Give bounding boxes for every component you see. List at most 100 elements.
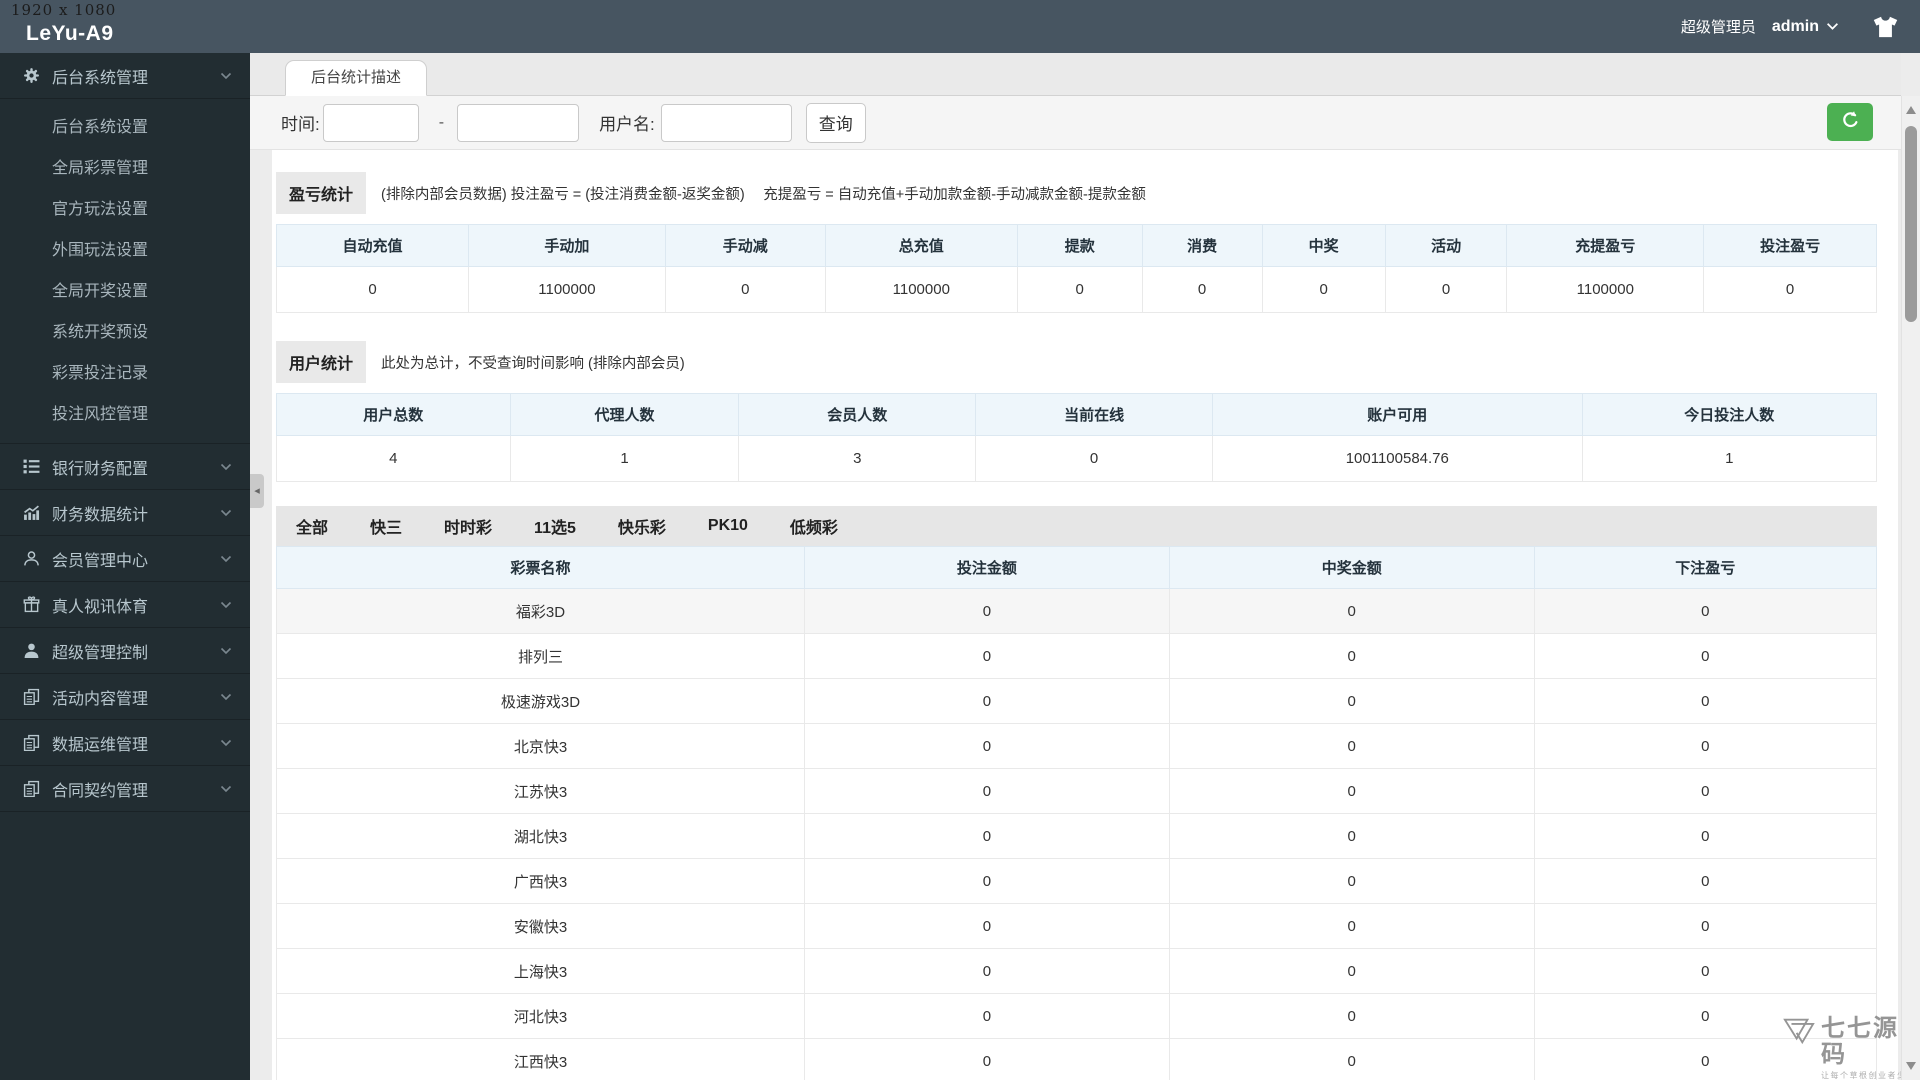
column-header: 账户可用 bbox=[1211, 393, 1583, 436]
table-cell: 1100000 bbox=[468, 266, 666, 313]
table-cell: 4 bbox=[276, 435, 511, 482]
lottery-table: 彩票名称 投注金额 中奖金额 下注盈亏 福彩3D 0 0 0 排列三 0 0 0 bbox=[276, 546, 1878, 1080]
table-row: 江苏快3 0 0 0 bbox=[276, 768, 1878, 814]
table-cell: 0 bbox=[1533, 633, 1878, 679]
table-cell: 0 bbox=[1533, 588, 1878, 634]
chevron-down-icon bbox=[1826, 18, 1839, 36]
column-header: 中奖 bbox=[1261, 224, 1386, 267]
docs-icon bbox=[19, 688, 43, 705]
time-to-input[interactable] bbox=[457, 103, 580, 142]
sidebar-subitem-risk-mgmt[interactable]: 投注风控管理 bbox=[0, 394, 250, 435]
gift-icon bbox=[19, 596, 43, 613]
table-cell: 0 bbox=[1168, 678, 1535, 724]
table-cell: 0 bbox=[1533, 948, 1878, 994]
table-row: 上海快3 0 0 0 bbox=[276, 948, 1878, 994]
sidebar-subitem-system-settings[interactable]: 后台系统设置 bbox=[0, 107, 250, 148]
top-bar: 1920 x 1080 LeYu-A9 超级管理员 admin bbox=[0, 0, 1920, 53]
chevron-down-icon bbox=[220, 458, 232, 476]
sidebar-collapse-handle[interactable]: ◂ bbox=[250, 474, 264, 508]
scrollbar-down-arrow[interactable] bbox=[1906, 1062, 1916, 1070]
table-cell: 0 bbox=[804, 588, 1170, 634]
column-header: 手动减 bbox=[664, 224, 826, 267]
watermark-logo-icon bbox=[1783, 1016, 1815, 1051]
sidebar-item-super-admin[interactable]: 超级管理控制 bbox=[0, 628, 250, 674]
column-header: 自动充值 bbox=[276, 224, 469, 267]
chevron-down-icon bbox=[220, 504, 232, 522]
table-cell: 0 bbox=[804, 813, 1170, 859]
sidebar-subitem-draw-preset[interactable]: 系统开奖预设 bbox=[0, 312, 250, 353]
lottery-tab-pk10[interactable]: PK10 bbox=[708, 517, 748, 535]
sidebar-item-label: 数据运维管理 bbox=[52, 736, 149, 754]
table-cell: 1100000 bbox=[824, 266, 1018, 313]
lottery-name-cell: 广西快3 bbox=[276, 858, 805, 904]
lottery-name-cell: 北京快3 bbox=[276, 723, 805, 769]
column-header: 下注盈亏 bbox=[1533, 546, 1878, 589]
column-header: 代理人数 bbox=[509, 393, 740, 436]
lottery-tab-shishicai[interactable]: 时时彩 bbox=[444, 514, 492, 538]
table-row: 极速游戏3D 0 0 0 bbox=[276, 678, 1878, 724]
lottery-tab-11x5[interactable]: 11选5 bbox=[534, 514, 576, 538]
lottery-tab-kuailecai[interactable]: 快乐彩 bbox=[618, 514, 666, 538]
profit-desc: (排除内部会员数据) 投注盈亏 = (投注消费金额-返奖金额) 充提盈亏 = 自… bbox=[381, 186, 1146, 203]
sidebar-subitem-bet-records[interactable]: 彩票投注记录 bbox=[0, 353, 250, 394]
sidebar-item-live-sports[interactable]: 真人视讯体育 bbox=[0, 582, 250, 628]
shirt-icon[interactable] bbox=[1873, 16, 1898, 38]
topbar-right: 超级管理员 admin bbox=[1681, 0, 1898, 53]
table-row: 北京快3 0 0 0 bbox=[276, 723, 1878, 769]
table-cell: 0 bbox=[1168, 903, 1535, 949]
lottery-name-cell: 江苏快3 bbox=[276, 768, 805, 814]
sidebar-item-bank-finance[interactable]: 银行财务配置 bbox=[0, 444, 250, 490]
refresh-icon bbox=[1840, 110, 1861, 134]
watermark: 七七源码 让每个草根创业者少走弯路 bbox=[1783, 1016, 1920, 1080]
lottery-name-cell: 极速游戏3D bbox=[276, 678, 805, 724]
sidebar-item-activity-content[interactable]: 活动内容管理 bbox=[0, 674, 250, 720]
lottery-tab-kuaisan[interactable]: 快三 bbox=[370, 514, 402, 538]
column-header: 总充值 bbox=[824, 224, 1018, 267]
sidebar-item-backend-system[interactable]: 后台系统管理 bbox=[0, 53, 250, 99]
table-cell: 0 bbox=[804, 993, 1170, 1039]
sidebar-subitem-official-play[interactable]: 官方玩法设置 bbox=[0, 189, 250, 230]
table-cell: 0 bbox=[1168, 858, 1535, 904]
screen: 1920 x 1080 LeYu-A9 超级管理员 admin 后台系统管理 后… bbox=[0, 0, 1920, 1080]
sidebar-subitem-draw-settings[interactable]: 全局开奖设置 bbox=[0, 271, 250, 312]
lottery-tab-all[interactable]: 全部 bbox=[296, 514, 328, 538]
table-cell: 0 bbox=[804, 768, 1170, 814]
scrollbar-up-arrow[interactable] bbox=[1906, 106, 1916, 114]
scrollbar-thumb[interactable] bbox=[1905, 126, 1917, 322]
table-cell: 0 bbox=[1168, 768, 1535, 814]
table-row: 0 1100000 0 1100000 0 0 0 0 1100000 0 bbox=[276, 266, 1877, 313]
docs-icon bbox=[19, 734, 43, 751]
sidebar-item-label: 后台系统管理 bbox=[52, 69, 149, 87]
table-cell: 0 bbox=[1168, 633, 1535, 679]
sidebar-subitem-peripheral-play[interactable]: 外围玩法设置 bbox=[0, 230, 250, 271]
username-label: admin bbox=[1771, 17, 1819, 35]
user-outline-icon bbox=[19, 550, 43, 567]
lottery-tab-lowfreq[interactable]: 低频彩 bbox=[790, 514, 838, 538]
column-header: 用户总数 bbox=[276, 393, 511, 436]
sidebar-item-contract-mgmt[interactable]: 合同契约管理 bbox=[0, 766, 250, 812]
lottery-name-cell: 江西快3 bbox=[276, 1038, 805, 1080]
username-input[interactable] bbox=[660, 103, 792, 142]
query-button[interactable]: 查询 bbox=[805, 102, 866, 143]
table-cell: 0 bbox=[1168, 813, 1535, 859]
tab-backend-stats[interactable]: 后台统计描述 bbox=[285, 60, 427, 96]
list-icon bbox=[19, 458, 43, 475]
range-separator: - bbox=[438, 113, 445, 131]
refresh-button[interactable] bbox=[1827, 103, 1873, 141]
sidebar-item-label: 真人视讯体育 bbox=[52, 598, 149, 616]
sidebar-item-finance-stats[interactable]: 财务数据统计 bbox=[0, 490, 250, 536]
users-desc: 此处为总计，不受查询时间影响 (排除内部会员) bbox=[381, 355, 685, 372]
table-row: 排列三 0 0 0 bbox=[276, 633, 1878, 679]
sidebar-subitem-lottery-mgmt[interactable]: 全局彩票管理 bbox=[0, 148, 250, 189]
sidebar-item-label: 会员管理中心 bbox=[52, 552, 149, 570]
sidebar-item-member-center[interactable]: 会员管理中心 bbox=[0, 536, 250, 582]
sidebar-item-data-ops[interactable]: 数据运维管理 bbox=[0, 720, 250, 766]
column-header: 手动加 bbox=[468, 224, 666, 267]
time-from-input[interactable] bbox=[322, 103, 419, 142]
user-menu[interactable]: admin bbox=[1772, 18, 1839, 36]
table-header-row: 用户总数 代理人数 会员人数 当前在线 账户可用 今日投注人数 bbox=[276, 393, 1878, 436]
sidebar-item-label: 活动内容管理 bbox=[52, 690, 149, 708]
column-header: 投注盈亏 bbox=[1703, 224, 1877, 267]
sidebar-item-label: 合同契约管理 bbox=[52, 782, 149, 800]
column-header: 会员人数 bbox=[738, 393, 977, 436]
